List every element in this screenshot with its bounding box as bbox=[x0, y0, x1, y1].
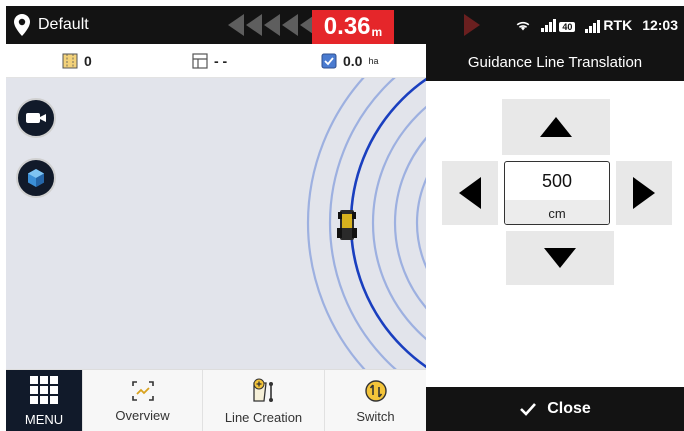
switch-label: Switch bbox=[356, 408, 395, 424]
shift-left-button[interactable] bbox=[442, 161, 498, 225]
menu-grid-icon bbox=[30, 375, 58, 404]
rtk-signal-icon bbox=[585, 19, 601, 33]
overview-label: Overview bbox=[115, 407, 170, 423]
offset-line-0 bbox=[393, 136, 426, 310]
arrow-right-icon bbox=[633, 177, 655, 209]
cross-track-error-unit: m bbox=[371, 25, 383, 39]
line-creation-icon bbox=[252, 378, 273, 402]
worked-area-value: 0.0 bbox=[343, 53, 363, 69]
translation-value-input[interactable] bbox=[505, 162, 609, 200]
3d-view-button[interactable] bbox=[16, 158, 56, 198]
cellular-signal-label: 40 bbox=[559, 22, 576, 32]
offset-line-4 bbox=[306, 78, 366, 369]
clock: 12:03 bbox=[642, 17, 678, 33]
steer-right-indicator bbox=[464, 14, 480, 36]
shift-right-button[interactable] bbox=[616, 161, 672, 225]
checkmark-icon bbox=[520, 403, 537, 416]
arrow-down-icon bbox=[544, 248, 576, 268]
location-name: Default bbox=[38, 16, 89, 33]
active-guidance-line bbox=[349, 78, 426, 369]
close-label: Close bbox=[547, 400, 591, 417]
cross-track-error-value: 0.36 bbox=[323, 13, 371, 40]
area-field-value: - - bbox=[214, 53, 228, 69]
rtk-label: RTK bbox=[603, 17, 633, 33]
switch-button[interactable]: Switch bbox=[324, 370, 426, 431]
pass-count-item: 0 bbox=[62, 44, 92, 78]
worked-area-item: 0.0 ha bbox=[321, 44, 378, 78]
shift-up-button[interactable] bbox=[502, 99, 610, 155]
line-creation-button[interactable]: Line Creation bbox=[202, 370, 324, 431]
arrow-left-icon bbox=[459, 177, 481, 209]
rtk-status: RTK bbox=[585, 17, 632, 33]
menu-label: MENU bbox=[24, 411, 64, 427]
offset-line-2 bbox=[349, 78, 426, 368]
map-view[interactable] bbox=[6, 78, 426, 369]
panel-title: Guidance Line Translation bbox=[426, 44, 684, 81]
steer-left-indicator bbox=[228, 14, 316, 36]
line-creation-label: Line Creation bbox=[224, 409, 303, 425]
switch-icon bbox=[364, 379, 387, 402]
guidance-translation-panel: cm bbox=[426, 81, 684, 387]
status-indicators: 40 RTK 12:03 bbox=[515, 6, 678, 44]
status-bar: Default 0.36 m 40 RTK 12:03 bbox=[6, 6, 684, 44]
close-button[interactable]: Close bbox=[426, 387, 684, 431]
translation-unit: cm bbox=[505, 200, 609, 224]
camera-button[interactable] bbox=[16, 98, 56, 138]
cube-3d-icon bbox=[28, 169, 44, 187]
overview-icon bbox=[131, 380, 154, 401]
menu-button[interactable]: MENU bbox=[6, 370, 82, 431]
location-pin-icon bbox=[14, 14, 30, 36]
camera-icon bbox=[26, 113, 46, 123]
wifi-icon bbox=[517, 21, 530, 31]
cross-track-error-display: 0.36 m bbox=[312, 10, 394, 44]
guidance-lines-layer bbox=[306, 78, 426, 369]
cellular-signal: 40 bbox=[541, 18, 576, 32]
arrow-up-icon bbox=[540, 117, 572, 137]
shift-down-button[interactable] bbox=[506, 231, 614, 285]
info-bar: 0 - - 0.0 ha bbox=[6, 44, 426, 78]
worked-area-check-icon bbox=[321, 53, 337, 69]
table-grid-icon bbox=[192, 53, 208, 69]
translation-value-box: cm bbox=[504, 161, 610, 225]
field-pass-icon bbox=[62, 53, 78, 69]
location-selector[interactable]: Default bbox=[14, 6, 89, 44]
overview-button[interactable]: Overview bbox=[82, 370, 202, 431]
cellular-signal-icon bbox=[541, 18, 557, 32]
pass-count-value: 0 bbox=[84, 53, 92, 69]
worked-area-unit: ha bbox=[368, 56, 379, 66]
area-field-item: - - bbox=[192, 44, 227, 78]
bottom-toolbar: MENU Overview Line Creation Switch bbox=[6, 369, 426, 431]
tractor-icon bbox=[337, 210, 357, 240]
